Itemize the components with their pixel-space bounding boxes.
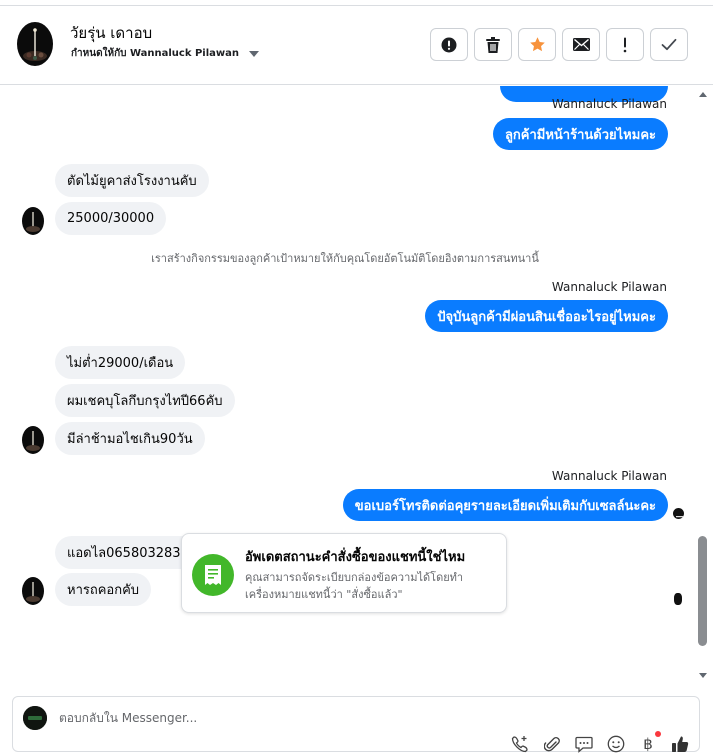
composer-toolbar: ฿ [511,731,689,753]
scroll-down-arrow-icon[interactable] [699,673,707,678]
like-icon[interactable] [671,735,689,753]
message-outgoing[interactable]: ขอเบอร์โทรติดต่อคุยรายละเอียดเพิ่มเติมกั… [342,489,668,521]
sender-name: Wannaluck Pilawan [551,97,667,111]
add-contact-icon[interactable] [511,735,529,753]
baht-icon[interactable]: ฿ [639,731,661,753]
seen-indicator-avatar [672,507,685,520]
thread-scrollbar[interactable] [697,86,709,686]
order-status-prompt-card[interactable]: อัพเดตสถานะคำสั่งซื้อของแชทนี้ใช่ไหม คุณ… [181,533,507,613]
assignee-label: กำหนดให้กับ Wannaluck Pilawan [71,48,240,59]
message-incoming[interactable]: มีล่าช้ามอไชเกิน90วัน [55,422,205,455]
contact-avatar[interactable] [17,22,53,66]
contact-mini-avatar [22,577,44,605]
seen-indicator-avatar [673,592,683,606]
sender-name: Wannaluck Pilawan [551,280,667,294]
scroll-up-arrow-icon[interactable] [699,92,707,97]
page-avatar [23,706,47,730]
follow-up-button[interactable] [606,28,644,61]
message-outgoing[interactable]: ลูกค้ามีหน้าร้านด้วยไหมคะ [492,118,668,150]
contact-mini-avatar [22,207,44,235]
envelope-icon [572,38,590,51]
star-icon [529,37,545,52]
message-incoming[interactable]: ไม่ต่ำ29000/เดือน [55,346,186,379]
thread-actions [430,28,688,61]
contact-mini-avatar [22,426,44,454]
trash-icon [486,36,500,53]
scrollbar-thumb[interactable] [698,536,707,646]
card-title: อัพเดตสถานะคำสั่งซื้อของแชทนี้ใช่ไหม [245,550,466,565]
reply-input[interactable] [59,711,479,725]
message-incoming[interactable]: แอดไล0658032831 [55,536,201,569]
assignee-dropdown[interactable]: กำหนดให้กับ Wannaluck Pilawan [71,46,260,61]
card-description: คุณสามารถจัดระเบียบกล่องข้อความได้โดยทำเ… [245,571,464,601]
reply-composer: ฿ [12,696,700,753]
notification-dot [655,731,661,737]
report-spam-button[interactable] [430,28,468,61]
system-notice: เราสร้างกิจกรรมของลูกค้าเป้าหมายให้กับคุ… [151,252,539,265]
emoji-icon[interactable] [607,735,625,753]
message-incoming[interactable]: 25000/30000 [55,202,167,235]
message-incoming[interactable]: หารถคอกคับ [55,573,152,606]
exclamation-icon [623,37,627,52]
attachment-icon[interactable] [543,735,561,753]
receipt-icon [192,554,234,596]
mark-done-button[interactable] [650,28,688,61]
contact-name[interactable]: วัยรุ่น เดาอบ [70,21,152,45]
delete-button[interactable] [474,28,512,61]
message-incoming[interactable]: ผมเชคบุโลกึบกรุงไทปี66คับ [55,384,235,417]
message-incoming[interactable]: ตัดไม้ยูคาส่งโรงงานคับ [55,164,209,197]
mark-unread-button[interactable] [562,28,600,61]
check-icon [661,38,677,51]
star-button[interactable] [518,28,556,61]
caret-down-icon [249,50,260,57]
conversation-header: วัยรุ่น เดาอบ กำหนดให้กับ Wannaluck Pila… [0,6,713,85]
sender-name: Wannaluck Pilawan [551,469,667,483]
saved-reply-icon[interactable] [575,735,593,753]
alert-circle-icon [441,37,457,52]
message-outgoing[interactable]: ปัจุบันลูกค้ามีผ่อนสินเชื่ออะไรอยู่ไหมคะ [425,300,668,332]
